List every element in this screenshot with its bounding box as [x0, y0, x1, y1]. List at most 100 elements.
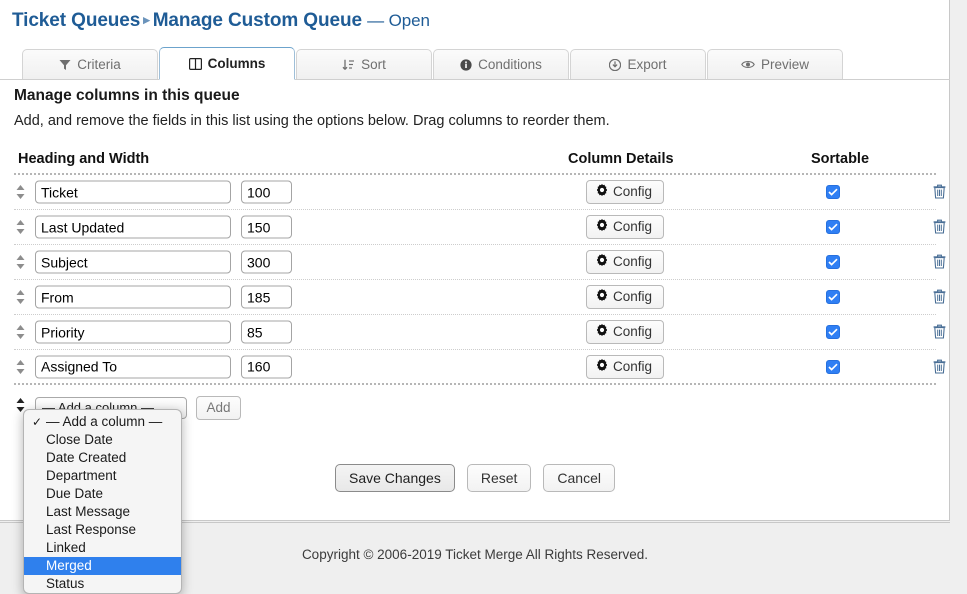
dropdown-option-last-message[interactable]: Last Message — [24, 503, 181, 521]
sortable-checkbox[interactable] — [826, 255, 840, 269]
sortable-checkbox[interactable] — [826, 290, 840, 304]
column-heading-input[interactable] — [35, 216, 231, 239]
header-column-details: Column Details — [568, 151, 674, 167]
column-width-input[interactable] — [241, 216, 292, 239]
config-button[interactable]: Config — [586, 215, 664, 239]
config-button[interactable]: Config — [586, 355, 664, 379]
column-width-input[interactable] — [241, 355, 292, 378]
breadcrumb-current-page: Manage Custom Queue — [153, 10, 362, 31]
dropdown-option-due-date[interactable]: Due Date — [24, 485, 181, 503]
dropdown-option-label: Date Created — [46, 450, 126, 465]
page-description: Add, and remove the fields in this list … — [0, 110, 950, 132]
main-content: Manage columns in this queue Add, and re… — [0, 82, 950, 425]
column-heading-input[interactable] — [35, 286, 231, 309]
tab-export-label: Export — [627, 57, 666, 72]
eye-icon — [741, 59, 755, 70]
table-row: Config — [14, 210, 936, 245]
column-width-input[interactable] — [241, 321, 292, 344]
table-row: Config — [14, 350, 936, 385]
tab-bar: Criteria Columns — [0, 48, 950, 80]
dropdown-option-label: Last Response — [46, 522, 136, 537]
config-button-label: Config — [613, 254, 652, 270]
column-width-input[interactable] — [241, 286, 292, 309]
dropdown-option-status[interactable]: Status — [24, 575, 181, 593]
dropdown-option-department[interactable]: Department — [24, 467, 181, 485]
config-button-label: Config — [613, 219, 652, 235]
drag-handle-icon[interactable] — [15, 184, 29, 200]
delete-row-icon[interactable] — [933, 219, 947, 235]
download-icon — [609, 59, 621, 71]
drag-handle-icon[interactable] — [15, 254, 29, 270]
header-heading-and-width: Heading and Width — [18, 151, 149, 167]
column-width-input[interactable] — [241, 251, 292, 274]
info-icon — [460, 59, 472, 71]
dropdown-option-label: Department — [46, 468, 117, 483]
drag-handle-icon[interactable] — [15, 324, 29, 340]
config-button[interactable]: Config — [586, 250, 664, 274]
filter-icon — [59, 59, 71, 71]
table-row: Config — [14, 280, 936, 315]
breadcrumb: Ticket Queues▸Manage Custom Queue — Open — [12, 10, 430, 32]
table-row: Config — [14, 175, 936, 210]
header-sortable: Sortable — [811, 151, 869, 167]
dropdown-option-merged[interactable]: Merged — [24, 557, 181, 575]
table-column-headers: Heading and Width Column Details Sortabl… — [14, 151, 936, 175]
dropdown-option-label: Merged — [46, 558, 92, 573]
sortable-checkbox[interactable] — [826, 220, 840, 234]
gear-icon — [596, 324, 608, 340]
dropdown-option-linked[interactable]: Linked — [24, 539, 181, 557]
tab-preview-label: Preview — [761, 57, 809, 72]
column-heading-input[interactable] — [35, 181, 231, 204]
drag-handle-icon[interactable] — [15, 219, 29, 235]
config-button[interactable]: Config — [586, 320, 664, 344]
gear-icon — [596, 254, 608, 270]
tab-sort[interactable]: Sort — [296, 49, 432, 79]
add-column-dropdown-menu[interactable]: ✓ — Add a column — Close Date Date Creat… — [23, 409, 182, 594]
queue-status-label: — Open — [367, 11, 430, 30]
save-changes-button[interactable]: Save Changes — [335, 464, 455, 492]
sortable-checkbox[interactable] — [826, 185, 840, 199]
dropdown-option-label: Last Message — [46, 504, 130, 519]
tab-preview[interactable]: Preview — [707, 49, 843, 79]
column-heading-input[interactable] — [35, 251, 231, 274]
sort-icon — [342, 59, 355, 71]
dropdown-option-date-created[interactable]: Date Created — [24, 449, 181, 467]
drag-handle-icon[interactable] — [15, 359, 29, 375]
dropdown-option-label: Close Date — [46, 432, 113, 447]
column-heading-input[interactable] — [35, 321, 231, 344]
config-button-label: Config — [613, 359, 652, 375]
table-row: Config — [14, 245, 936, 280]
delete-row-icon[interactable] — [933, 254, 947, 270]
gear-icon — [596, 359, 608, 375]
dropdown-option-last-response[interactable]: Last Response — [24, 521, 181, 539]
cancel-button[interactable]: Cancel — [543, 464, 615, 492]
reset-button[interactable]: Reset — [467, 464, 532, 492]
page-title: Manage columns in this queue — [0, 82, 950, 110]
sortable-checkbox[interactable] — [826, 325, 840, 339]
table-row: Config — [14, 315, 936, 350]
config-button[interactable]: Config — [586, 285, 664, 309]
breadcrumb-link-ticket-queues[interactable]: Ticket Queues — [12, 10, 140, 31]
tab-export[interactable]: Export — [570, 49, 706, 79]
column-width-input[interactable] — [241, 181, 292, 204]
columns-icon — [189, 58, 202, 70]
gear-icon — [596, 184, 608, 200]
sortable-checkbox[interactable] — [826, 360, 840, 374]
delete-row-icon[interactable] — [933, 359, 947, 375]
tab-sort-label: Sort — [361, 57, 386, 72]
tab-columns-label: Columns — [208, 56, 266, 71]
tab-conditions[interactable]: Conditions — [433, 49, 569, 79]
dropdown-option-add-a-column[interactable]: ✓ — Add a column — — [24, 413, 181, 431]
tab-criteria[interactable]: Criteria — [22, 49, 158, 79]
column-heading-input[interactable] — [35, 355, 231, 378]
check-icon: ✓ — [32, 413, 42, 431]
config-button[interactable]: Config — [586, 180, 664, 204]
dropdown-option-close-date[interactable]: Close Date — [24, 431, 181, 449]
drag-handle-icon[interactable] — [15, 289, 29, 305]
delete-row-icon[interactable] — [933, 324, 947, 340]
browser-viewport: Ticket Queues▸Manage Custom Queue — Open… — [0, 0, 967, 594]
tab-columns[interactable]: Columns — [159, 47, 295, 80]
add-column-button[interactable]: Add — [196, 396, 241, 420]
delete-row-icon[interactable] — [933, 184, 947, 200]
delete-row-icon[interactable] — [933, 289, 947, 305]
